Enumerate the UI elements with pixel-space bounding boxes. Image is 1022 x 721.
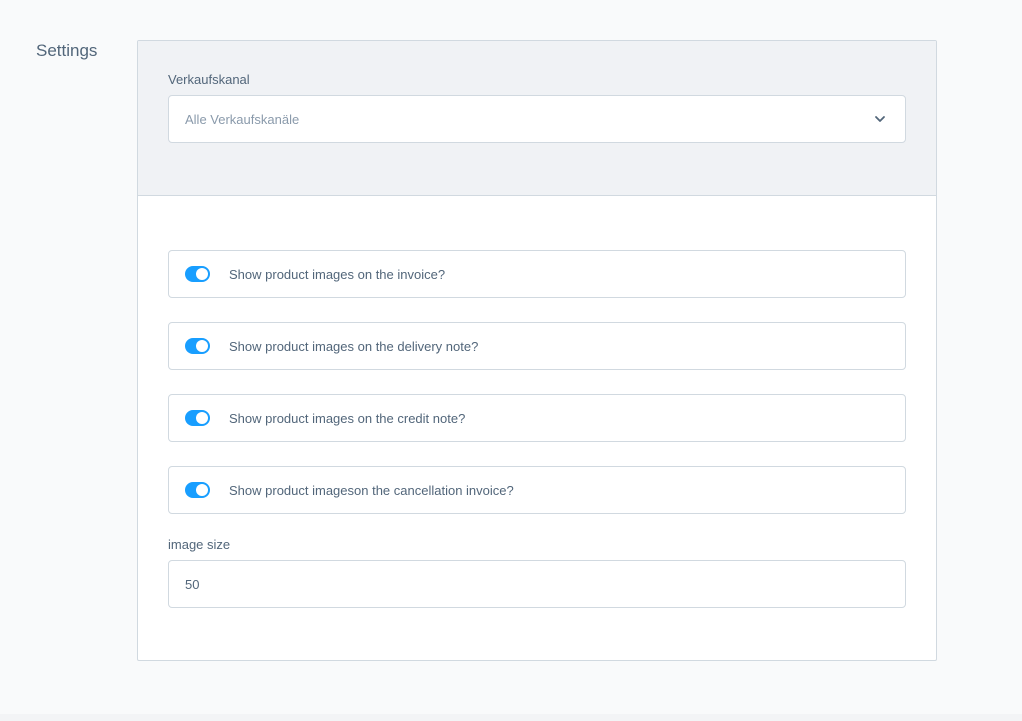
toggle-row-credit-note: Show product images on the credit note? xyxy=(168,394,906,442)
toggle-knob xyxy=(196,484,208,496)
toggle-row-cancellation-invoice: Show product imageson the cancellation i… xyxy=(168,466,906,514)
toggle-knob xyxy=(196,412,208,424)
chevron-down-icon xyxy=(875,116,885,122)
invoice-images-toggle[interactable] xyxy=(185,266,210,282)
sales-channel-label: Verkaufskanal xyxy=(168,72,250,87)
toggle-knob xyxy=(196,340,208,352)
sales-channel-header: Verkaufskanal Alle Verkaufskanäle xyxy=(138,41,936,196)
bottom-strip xyxy=(0,714,1022,721)
invoice-images-label: Show product images on the invoice? xyxy=(229,267,446,282)
image-size-input[interactable] xyxy=(168,560,906,608)
sales-channel-selected-value: Alle Verkaufskanäle xyxy=(185,112,300,127)
delivery-note-images-label: Show product images on the delivery note… xyxy=(229,339,479,354)
delivery-note-images-toggle[interactable] xyxy=(185,338,210,354)
cancellation-invoice-images-label: Show product imageson the cancellation i… xyxy=(229,483,514,498)
toggle-row-delivery-note: Show product images on the delivery note… xyxy=(168,322,906,370)
settings-page: Settings Verkaufskanal Alle Verkaufskanä… xyxy=(0,0,1022,721)
sales-channel-select[interactable]: Alle Verkaufskanäle xyxy=(168,95,906,143)
image-size-label: image size xyxy=(168,537,231,552)
toggle-knob xyxy=(196,268,208,280)
section-title: Settings xyxy=(36,41,98,60)
credit-note-images-toggle[interactable] xyxy=(185,410,210,426)
cancellation-invoice-images-toggle[interactable] xyxy=(185,482,210,498)
credit-note-images-label: Show product images on the credit note? xyxy=(229,411,466,426)
settings-card: Verkaufskanal Alle Verkaufskanäle Show p… xyxy=(137,40,937,661)
toggle-row-invoice: Show product images on the invoice? xyxy=(168,250,906,298)
